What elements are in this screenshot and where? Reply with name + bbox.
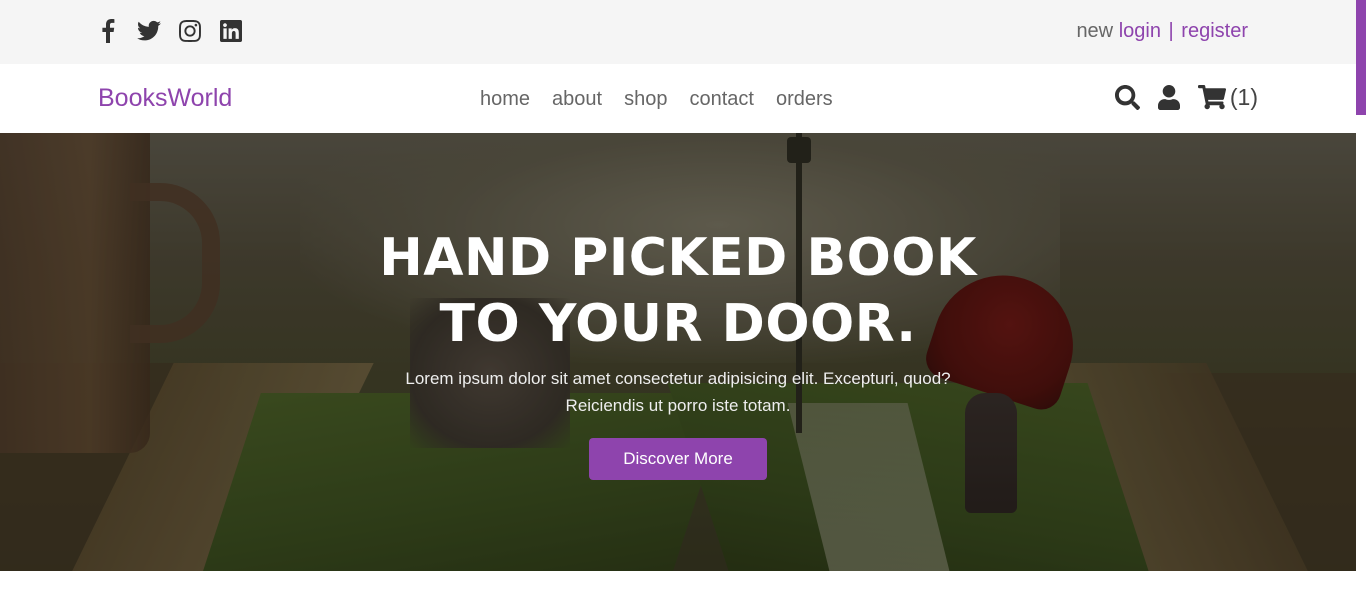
cart-icon <box>1197 85 1226 110</box>
header-icons: (1) <box>1114 84 1258 111</box>
hero-title-line-1: HAND PICKED BOOK <box>379 228 977 288</box>
nav-about[interactable]: about <box>552 88 602 111</box>
cart-count: (1) <box>1229 84 1258 110</box>
user-icon[interactable] <box>1157 85 1180 110</box>
auth-separator: | <box>1168 20 1174 42</box>
top-bar: new login | register <box>0 0 1356 64</box>
hero-title-line-2: TO YOUR DOOR. <box>439 294 917 354</box>
hero-title: HAND PICKED BOOK TO YOUR DOOR. <box>0 225 1356 357</box>
register-link[interactable]: register <box>1181 20 1248 42</box>
social-links <box>96 18 243 44</box>
main-header: BooksWorld home about shop contact order… <box>0 64 1356 133</box>
nav-orders[interactable]: orders <box>776 88 833 111</box>
hero-content: HAND PICKED BOOK TO YOUR DOOR. Lorem ips… <box>0 133 1356 571</box>
nav-contact[interactable]: contact <box>689 88 753 111</box>
login-link[interactable]: login <box>1119 20 1161 42</box>
main-nav: home about shop contact orders <box>480 88 833 111</box>
search-icon[interactable] <box>1114 85 1140 110</box>
linkedin-icon[interactable] <box>219 18 243 44</box>
page-below-hero <box>0 571 1356 605</box>
auth-prefix: new <box>1076 20 1114 42</box>
site-logo[interactable]: BooksWorld <box>98 84 232 113</box>
instagram-icon[interactable] <box>178 18 202 44</box>
nav-home[interactable]: home <box>480 88 530 111</box>
facebook-icon[interactable] <box>96 18 120 44</box>
twitter-icon[interactable] <box>137 18 161 44</box>
hero-banner: HAND PICKED BOOK TO YOUR DOOR. Lorem ips… <box>0 133 1356 571</box>
discover-more-button[interactable]: Discover More <box>589 438 767 480</box>
nav-shop[interactable]: shop <box>624 88 667 111</box>
cart-button[interactable]: (1) <box>1197 84 1258 111</box>
hero-description: Lorem ipsum dolor sit amet consectetur a… <box>405 369 951 415</box>
scrollbar-thumb[interactable] <box>1356 0 1366 115</box>
auth-links: new login | register <box>1076 20 1248 43</box>
